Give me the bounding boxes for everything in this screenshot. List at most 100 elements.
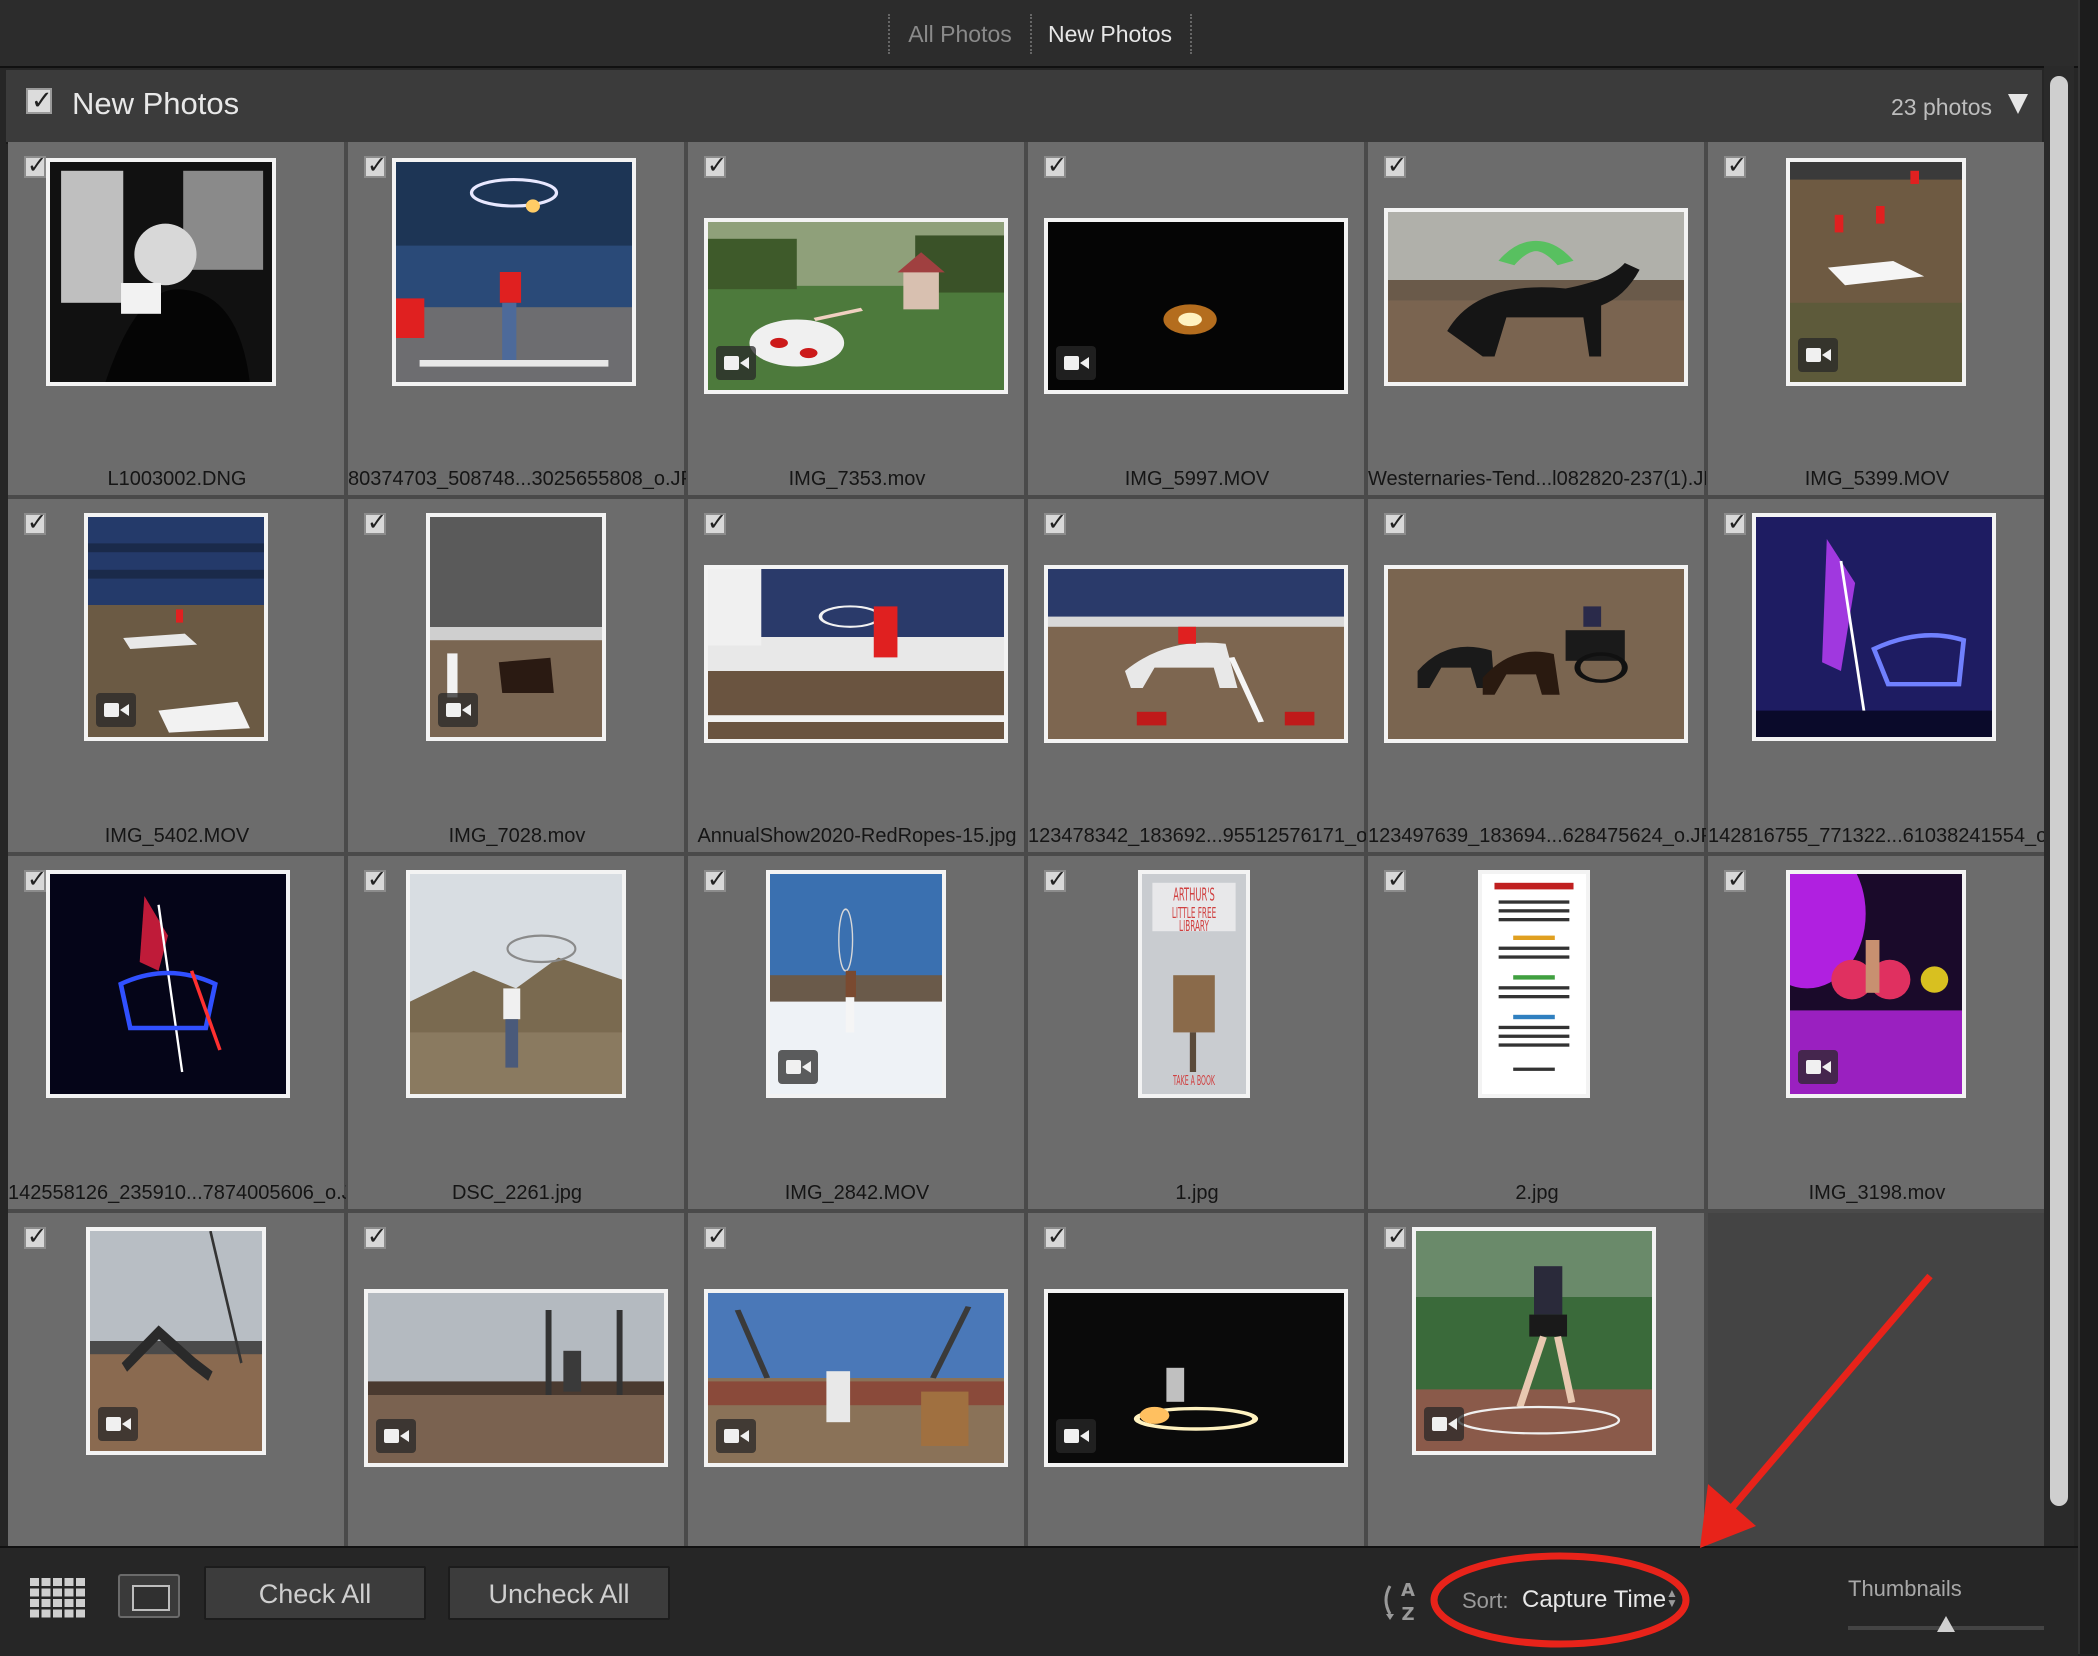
photo-checkbox[interactable]: ✓: [704, 509, 727, 536]
photo-checkbox[interactable]: ✓: [1724, 152, 1747, 179]
photo-thumbnail[interactable]: [46, 158, 276, 386]
slider-handle[interactable]: [1937, 1616, 1955, 1632]
check-icon: ✓: [1727, 866, 1748, 893]
photo-thumbnail[interactable]: [1384, 565, 1688, 743]
photo-cell[interactable]: ✓: [1028, 1213, 1366, 1546]
sort-label: Sort:: [1462, 1588, 1509, 1613]
photo-checkbox[interactable]: ✓: [364, 152, 387, 179]
thumbnail-size-slider[interactable]: [1848, 1616, 2044, 1632]
photo-checkbox[interactable]: ✓: [704, 866, 727, 893]
photo-cell[interactable]: ✓: [8, 1213, 346, 1546]
photo-cell[interactable]: ✓ 2.jpg: [1368, 856, 1706, 1211]
photo-thumbnail[interactable]: [1044, 1289, 1348, 1467]
photo-cell[interactable]: ✓: [1368, 1213, 1706, 1546]
photo-checkbox[interactable]: ✓: [1044, 509, 1067, 536]
photo-thumbnail[interactable]: [364, 1289, 668, 1467]
check-icon: ✓: [1387, 152, 1408, 179]
photo-cell[interactable]: ✓ AnnualShow2020-RedRopes-15.jpg: [688, 499, 1026, 854]
photo-cell[interactable]: ✓ DSC_2261.jpg: [348, 856, 686, 1211]
photo-checkbox[interactable]: ✓: [1044, 1223, 1067, 1250]
photo-thumbnail[interactable]: [86, 1227, 266, 1455]
photo-checkbox[interactable]: ✓: [1044, 152, 1067, 179]
check-icon: ✓: [1387, 1223, 1408, 1250]
scrollbar-thumb[interactable]: [2050, 76, 2068, 1506]
photo-thumbnail[interactable]: [406, 870, 626, 1098]
photo-thumbnail[interactable]: [1384, 208, 1688, 386]
handstand-rope-image: [708, 569, 1004, 739]
photo-cell[interactable]: ✓ L1003002.DNG: [8, 142, 346, 497]
grid-view-icon[interactable]: [28, 1576, 88, 1620]
photo-filename: 123478342_183692...95512576171_o.JPG: [1028, 825, 1366, 847]
flyer-document-image: [1482, 874, 1586, 1094]
photo-cell[interactable]: ✓: [688, 1213, 1026, 1546]
photo-checkbox[interactable]: ✓: [1384, 1223, 1407, 1250]
photo-cell[interactable]: ✓: [348, 1213, 686, 1546]
photo-cell[interactable]: ✓ IMG_5399.MOV: [1708, 142, 2044, 497]
photo-thumbnail[interactable]: [1478, 870, 1590, 1098]
collapse-triangle-icon[interactable]: [2008, 94, 2028, 114]
video-badge: [716, 346, 756, 380]
photo-checkbox[interactable]: ✓: [1724, 509, 1747, 536]
photo-checkbox[interactable]: ✓: [1724, 866, 1747, 893]
photo-cell[interactable]: ✓ IMG_5402.MOV: [8, 499, 346, 854]
video-camera-icon: [1806, 1060, 1821, 1074]
photo-cell[interactable]: ✓ 123497639_183694...628475624_o.JPG: [1368, 499, 1706, 854]
photo-thumbnail[interactable]: [84, 513, 268, 741]
section-checkbox[interactable]: ✓: [26, 85, 53, 115]
photo-checkbox[interactable]: ✓: [704, 152, 727, 179]
photo-checkbox[interactable]: ✓: [364, 509, 387, 536]
photo-thumbnail[interactable]: [766, 870, 946, 1098]
photo-thumbnail[interactable]: [704, 218, 1008, 394]
dropdown-arrows-icon[interactable]: ▲ ▼: [1666, 1587, 1678, 1609]
photo-checkbox[interactable]: ✓: [24, 1223, 47, 1250]
photo-cell[interactable]: ✓ 142816755_771322...61038241554_o.JPG: [1708, 499, 2044, 854]
photo-thumbnail[interactable]: [1786, 870, 1966, 1098]
photo-filename: 142816755_771322...61038241554_o.JPG: [1708, 825, 2044, 847]
photo-checkbox[interactable]: ✓: [364, 866, 387, 893]
grid-scrollbar[interactable]: [2044, 66, 2074, 1546]
check-all-button[interactable]: Check All: [204, 1566, 426, 1620]
photo-checkbox[interactable]: ✓: [24, 152, 47, 179]
photo-thumbnail[interactable]: [1752, 513, 1996, 741]
photo-checkbox[interactable]: ✓: [704, 1223, 727, 1250]
photo-thumbnail[interactable]: [1044, 565, 1348, 743]
photo-cell[interactable]: ✓ IMG_7028.mov: [348, 499, 686, 854]
photo-thumbnail[interactable]: ARTHUR'S LITTLE FREE LIBRARY TAKE A BOOK: [1138, 870, 1250, 1098]
tab-all-photos[interactable]: All Photos: [888, 14, 1032, 54]
photo-cell[interactable]: ✓ IMG_7353.mov: [688, 142, 1026, 497]
photo-checkbox[interactable]: ✓: [364, 1223, 387, 1250]
loupe-view-icon[interactable]: [118, 1574, 180, 1618]
photo-cell[interactable]: ✓ Westernaries-Tend...l082820-237(1).JPG: [1368, 142, 1706, 497]
photo-checkbox[interactable]: ✓: [1044, 866, 1067, 893]
photo-cell[interactable]: ✓ IMG_5997.MOV: [1028, 142, 1366, 497]
photo-cell[interactable]: ✓ 80374703_508748...3025655808_o.JPG: [348, 142, 686, 497]
photo-cell[interactable]: ✓ 123478342_183692...95512576171_o.JPG: [1028, 499, 1366, 854]
photo-checkbox[interactable]: ✓: [1384, 509, 1407, 536]
photo-thumbnail[interactable]: [704, 565, 1008, 743]
photo-filename: IMG_3198.mov: [1808, 1182, 1946, 1204]
check-icon: ✓: [707, 509, 728, 536]
photo-cell[interactable]: ✓ IMG_2842.MOV: [688, 856, 1026, 1211]
photo-cell[interactable]: ✓ ARTHUR'S LITTLE FREE LIBRARY TAKE A BOOK …: [1028, 856, 1366, 1211]
photo-checkbox[interactable]: ✓: [1384, 152, 1407, 179]
video-camera-icon: [1806, 348, 1821, 362]
sort-dropdown[interactable]: Capture Time: [1522, 1586, 1666, 1614]
photo-thumbnail[interactable]: [392, 158, 636, 386]
photo-cell[interactable]: ✓ 142558126_235910...7874005606_o.JPG: [8, 856, 346, 1211]
photo-thumbnail[interactable]: [46, 870, 290, 1098]
photo-checkbox[interactable]: ✓: [1384, 866, 1407, 893]
photo-thumbnail[interactable]: [1786, 158, 1966, 386]
little-free-library-image: ARTHUR'SLITTLE FREELIBRARYTAKE A BOOK: [1142, 874, 1246, 1094]
photo-checkbox[interactable]: ✓: [24, 866, 47, 893]
photo-thumbnail[interactable]: [704, 1289, 1008, 1467]
video-badge: [778, 1050, 818, 1084]
sort-direction-icon[interactable]: A Z: [1380, 1576, 1424, 1624]
uncheck-all-button[interactable]: Uncheck All: [448, 1566, 670, 1620]
photo-checkbox[interactable]: ✓: [24, 509, 47, 536]
svg-text:ARTHUR'S: ARTHUR'S: [1173, 885, 1215, 905]
photo-thumbnail[interactable]: [1412, 1227, 1656, 1455]
photo-thumbnail[interactable]: [1044, 218, 1348, 394]
photo-thumbnail[interactable]: [426, 513, 606, 741]
photo-cell[interactable]: ✓ IMG_3198.mov: [1708, 856, 2044, 1211]
tab-new-photos[interactable]: New Photos: [1030, 14, 1192, 54]
